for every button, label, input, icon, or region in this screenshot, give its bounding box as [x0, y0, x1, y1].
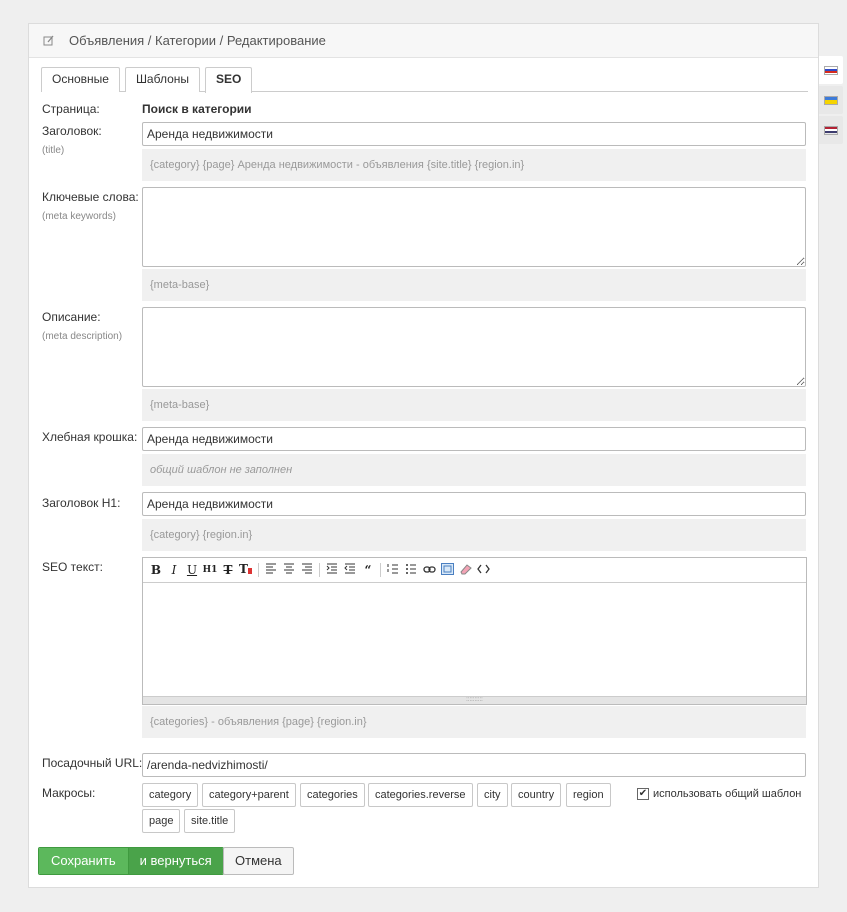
lang-ru-tab[interactable] [819, 56, 843, 84]
use-common-template-label: использовать общий шаблон [653, 788, 802, 800]
unordered-list-icon[interactable] [402, 563, 420, 577]
h1-input[interactable] [142, 492, 806, 516]
eraser-icon[interactable] [456, 563, 474, 578]
seo-text-label: SEO текст: [42, 560, 103, 574]
keywords-label: Ключевые слова: (meta keywords) [42, 190, 139, 222]
macro-button[interactable]: category+parent [202, 783, 296, 807]
panel-header: Объявления / Категории / Редактирование [29, 24, 818, 58]
quote-icon[interactable]: “ [359, 563, 377, 577]
tab-main[interactable]: Основные [41, 67, 120, 92]
save-button-group: Сохранить и вернуться [38, 847, 224, 875]
macro-button[interactable]: categories [300, 783, 365, 807]
seo-text-hint: {categories} - объявления {page} {region… [142, 706, 806, 738]
tab-bar: Основные Шаблоны SEO [41, 67, 808, 93]
h1-label: Заголовок H1: [42, 496, 121, 510]
title-input[interactable] [142, 122, 806, 146]
macro-button[interactable]: categories.reverse [368, 783, 473, 807]
macro-button[interactable]: category [142, 783, 199, 807]
description-hint: {meta-base} [142, 389, 806, 421]
toolbar-separator [258, 563, 259, 577]
editor-toolbar: B I U H1 T T “ [143, 558, 806, 583]
url-input[interactable] [142, 753, 806, 777]
align-right-icon[interactable] [298, 563, 316, 577]
language-switcher [819, 56, 843, 146]
italic-icon[interactable]: I [165, 563, 183, 577]
keywords-sublabel: (meta keywords) [42, 211, 116, 222]
title-label-text: Заголовок: [42, 124, 102, 138]
macro-button[interactable]: site.title [184, 809, 236, 833]
page-label: Страница: [42, 102, 100, 116]
edit-icon [29, 35, 69, 47]
cancel-button[interactable]: Отмена [223, 847, 294, 875]
page-value: Поиск в категории [142, 102, 252, 116]
heading-icon[interactable]: H1 [201, 565, 219, 575]
tab-seo[interactable]: SEO [205, 67, 253, 93]
lang-ua-tab[interactable] [819, 86, 843, 114]
breadcrumb-input[interactable] [142, 427, 806, 451]
h1-hint: {category} {region.in} [142, 519, 806, 551]
macro-button[interactable]: country [511, 783, 562, 807]
svg-text:T: T [239, 562, 248, 575]
seo-text-editor: B I U H1 T T “:::::::::: [142, 557, 807, 705]
save-and-return-button[interactable]: и вернуться [127, 848, 223, 874]
macros-label: Макросы: [42, 786, 96, 800]
lang-en-tab[interactable] [819, 116, 843, 144]
macro-button[interactable]: page [142, 809, 181, 833]
underline-icon[interactable]: U [183, 563, 201, 577]
text-color-icon[interactable]: T [237, 562, 255, 578]
editor-resize-handle[interactable]: :::::::::: [143, 696, 806, 704]
description-sublabel: (meta description) [42, 331, 123, 342]
title-label: Заголовок: (title) [42, 124, 102, 156]
russia-flag-icon [824, 65, 838, 75]
description-textarea[interactable] [142, 307, 806, 387]
bold-icon[interactable]: B [147, 563, 165, 577]
title-sublabel: (title) [42, 145, 65, 156]
title-hint: {category} {page} Аренда недвижимости - … [142, 149, 806, 181]
outdent-icon[interactable] [341, 563, 359, 577]
edit-panel: Объявления / Категории / Редактирование … [28, 23, 819, 888]
strikethrough-icon[interactable]: T [219, 563, 237, 577]
toolbar-separator [319, 563, 320, 577]
tab-templates[interactable]: Шаблоны [124, 67, 201, 92]
keywords-hint: {meta-base} [142, 269, 806, 301]
keywords-label-text: Ключевые слова: [42, 190, 139, 204]
ordered-list-icon[interactable] [384, 563, 402, 577]
toolbar-separator [380, 563, 381, 577]
indent-icon[interactable] [323, 563, 341, 577]
url-label: Посадочный URL: [42, 756, 143, 770]
editor-content-area[interactable] [143, 583, 806, 696]
description-label-text: Описание: [42, 310, 101, 324]
link-icon[interactable] [420, 563, 438, 577]
use-common-template-toggle[interactable]: ✔ использовать общий шаблон [637, 788, 801, 800]
code-icon[interactable] [474, 563, 492, 577]
save-button[interactable]: Сохранить [39, 848, 128, 874]
breadcrumb-hint: общий шаблон не заполнен [142, 454, 806, 486]
breadcrumb-field-label: Хлебная крошка: [42, 430, 138, 444]
checkbox-checked-icon[interactable]: ✔ [637, 788, 649, 800]
align-center-icon[interactable] [280, 563, 298, 577]
macro-button[interactable]: region [566, 783, 611, 807]
align-left-icon[interactable] [262, 563, 280, 577]
breadcrumb: Объявления / Категории / Редактирование [69, 33, 326, 48]
usa-flag-icon [824, 125, 838, 135]
fullscreen-icon[interactable] [438, 562, 456, 578]
macro-button[interactable]: city [477, 783, 508, 807]
description-label: Описание: (meta description) [42, 310, 122, 342]
ukraine-flag-icon [824, 95, 838, 105]
keywords-textarea[interactable] [142, 187, 806, 267]
